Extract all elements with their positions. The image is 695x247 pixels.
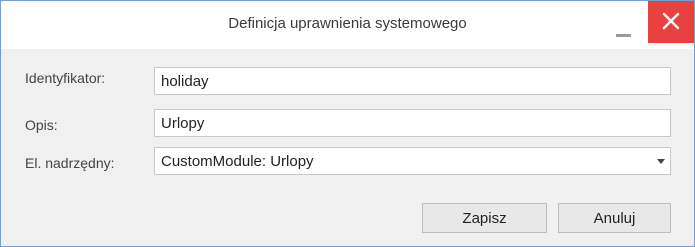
parent-select[interactable]: CustomModule: Urlopy	[154, 147, 671, 175]
save-button[interactable]: Zapisz	[422, 203, 547, 233]
cancel-button[interactable]: Anuluj	[558, 203, 671, 233]
identifier-field[interactable]: holiday	[154, 67, 671, 95]
description-value: Urlopy	[161, 115, 205, 132]
parent-label: El. nadrzędny:	[25, 155, 115, 171]
title-bar: Definicja uprawnienia systemowego	[1, 1, 694, 49]
dialog-window: Definicja uprawnienia systemowego Identy…	[0, 0, 695, 247]
dialog-title: Definicja uprawnienia systemowego	[228, 15, 467, 32]
description-label: Opis:	[25, 117, 58, 133]
identifier-label: Identyfikator:	[25, 70, 106, 86]
dialog-body: Identyfikator: holiday Opis: Urlopy El. …	[1, 49, 694, 246]
close-icon	[662, 12, 680, 30]
description-field[interactable]: Urlopy	[154, 109, 671, 137]
close-button[interactable]	[648, 1, 694, 43]
parent-select-value: CustomModule: Urlopy	[161, 153, 314, 170]
minimize-icon[interactable]	[609, 13, 639, 39]
chevron-down-icon[interactable]	[657, 159, 665, 164]
